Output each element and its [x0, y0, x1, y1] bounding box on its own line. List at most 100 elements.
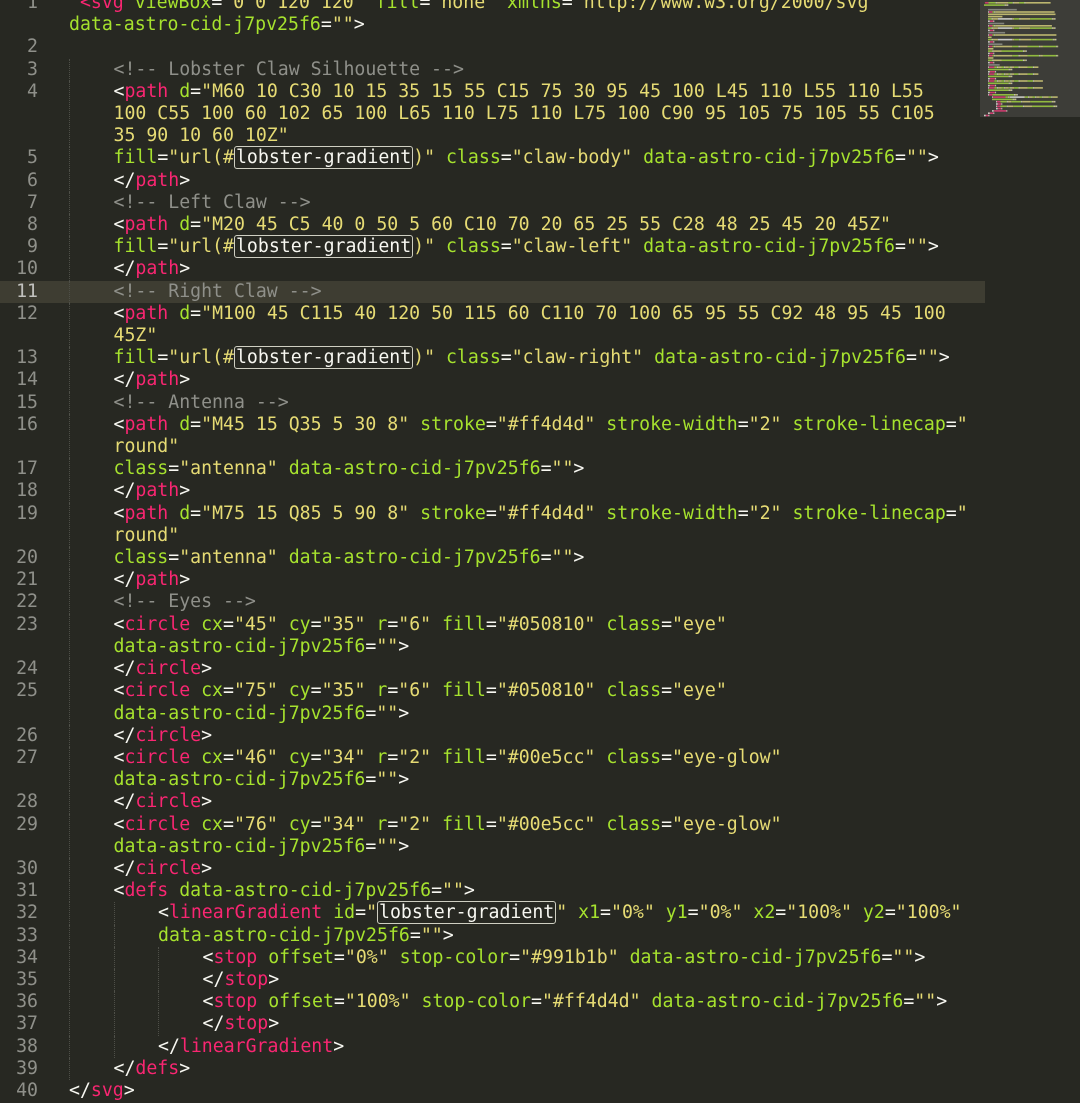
line-number[interactable]: 30 — [0, 858, 38, 880]
line-number[interactable]: 31 — [0, 880, 38, 902]
line-content[interactable]: <circle cx="75" cy="35" r="6" fill="#050… — [38, 680, 985, 725]
line-content[interactable]: class="antenna" data-astro-cid-j7pv25f6=… — [38, 547, 985, 570]
line-number[interactable]: 15 — [0, 392, 38, 414]
line-number[interactable]: 28 — [0, 791, 38, 813]
line-content[interactable] — [38, 36, 969, 58]
code-line[interactable]: 7 <!-- Left Claw --> — [0, 191, 985, 215]
line-number[interactable]: 33 — [0, 925, 38, 947]
line-content[interactable]: <stop offset="100%" stop-color="#ff4d4d"… — [38, 991, 985, 1014]
code-line[interactable]: 39 </defs> — [0, 1057, 985, 1080]
code-line[interactable]: 3 <!-- Lobster Claw Silhouette --> — [0, 58, 985, 81]
line-content[interactable]: <!-- Antenna --> — [38, 391, 985, 414]
code-line[interactable]: 1 <svg viewBox="0 0 120 120" fill="none"… — [0, 0, 985, 36]
code-line[interactable]: 8 <path d="M20 45 C5 40 0 50 5 60 C10 70 … — [0, 214, 985, 237]
line-content[interactable]: </stop> — [38, 1013, 985, 1036]
code-line[interactable]: 5 fill="url(# lobster-gradient)" class="cl… — [0, 146, 985, 170]
code-lines[interactable]: 1 <svg viewBox="0 0 120 120" fill="none"… — [0, 0, 985, 1102]
line-content[interactable]: data-astro-cid-j7pv25f6=""> — [38, 924, 985, 947]
line-content[interactable]: <circle cx="45" cy="35" r="6" fill="#050… — [38, 613, 985, 659]
line-content[interactable]: </path> — [38, 369, 985, 392]
code-line[interactable]: 28 </circle> — [0, 791, 985, 814]
line-number[interactable]: 25 — [0, 680, 38, 702]
line-content[interactable]: </linearGradient> — [38, 1035, 985, 1058]
code-line[interactable]: 37 </stop> — [0, 1013, 985, 1036]
line-number[interactable]: 11 — [0, 280, 38, 303]
code-line[interactable]: 35 </stop> — [0, 968, 985, 992]
code-line[interactable]: 27 <circle cx="46" cy="34" r="2" fill="#0… — [0, 746, 985, 792]
code-line[interactable]: 31 <defs data-astro-cid-j7pv25f6=""> — [0, 880, 985, 903]
line-content[interactable]: fill="url(# lobster-gradient)" class="cla… — [38, 346, 985, 370]
line-number[interactable]: 23 — [0, 614, 38, 636]
line-content[interactable]: <defs data-astro-cid-j7pv25f6=""> — [38, 880, 985, 903]
line-content[interactable]: class="antenna" data-astro-cid-j7pv25f6=… — [38, 458, 985, 481]
line-content[interactable]: </stop> — [38, 968, 985, 992]
line-content[interactable]: </svg> — [38, 1080, 969, 1102]
line-content[interactable]: <!-- Left Claw --> — [38, 191, 985, 215]
line-content[interactable]: </path> — [38, 258, 985, 281]
code-line[interactable]: 6 </path> — [0, 169, 985, 192]
line-number[interactable]: 2 — [0, 36, 38, 58]
line-content[interactable]: </circle> — [38, 658, 985, 681]
code-line[interactable]: 15 <!-- Antenna --> — [0, 391, 985, 414]
line-number[interactable]: 22 — [0, 591, 38, 613]
line-content[interactable]: <!-- Lobster Claw Silhouette --> — [38, 58, 985, 81]
line-content[interactable]: <svg viewBox="0 0 120 120" fill="none" x… — [38, 0, 969, 36]
code-line[interactable]: 9 fill="url(# lobster-gradient)" class="cl… — [0, 235, 985, 259]
line-content[interactable]: <path d="M60 10 C30 10 15 35 15 55 C15 7… — [38, 80, 985, 148]
code-line[interactable]: 22 <!-- Eyes --> — [0, 591, 985, 614]
line-number[interactable]: 39 — [0, 1058, 38, 1080]
code-line[interactable]: 14 </path> — [0, 369, 985, 392]
line-number[interactable]: 10 — [0, 258, 38, 280]
line-number[interactable]: 35 — [0, 969, 38, 991]
code-line[interactable]: 36 <stop offset="100%" stop-color="#ff4d4… — [0, 991, 985, 1014]
line-number[interactable]: 21 — [0, 569, 38, 591]
line-content[interactable]: <!-- Right Claw --> — [38, 280, 985, 303]
line-content[interactable]: <path d="M75 15 Q85 5 90 8" stroke="#ff4… — [38, 502, 985, 548]
line-content[interactable]: </circle> — [38, 791, 985, 814]
line-number[interactable]: 1 — [0, 0, 38, 14]
line-content[interactable]: </path> — [38, 480, 985, 503]
line-number[interactable]: 38 — [0, 1036, 38, 1058]
line-number[interactable]: 9 — [0, 236, 38, 258]
line-number[interactable]: 3 — [0, 59, 38, 81]
line-number[interactable]: 24 — [0, 658, 38, 680]
code-line[interactable]: 26 </circle> — [0, 724, 985, 747]
line-content[interactable]: </circle> — [38, 857, 985, 881]
line-content[interactable]: <circle cx="46" cy="34" r="2" fill="#00e… — [38, 746, 985, 792]
line-number[interactable]: 17 — [0, 458, 38, 480]
line-content[interactable]: <stop offset="0%" stop-color="#991b1b" d… — [38, 946, 985, 969]
line-number[interactable]: 26 — [0, 725, 38, 747]
code-line[interactable]: 19 <path d="M75 15 Q85 5 90 8" stroke="#f… — [0, 502, 985, 548]
line-content[interactable]: <path d="M20 45 C5 40 0 50 5 60 C10 70 2… — [38, 214, 985, 237]
code-line[interactable]: 10 </path> — [0, 258, 985, 281]
line-number[interactable]: 8 — [0, 214, 38, 236]
code-line[interactable]: 18 </path> — [0, 480, 985, 503]
line-number[interactable]: 40 — [0, 1080, 38, 1102]
line-content[interactable]: </path> — [38, 169, 985, 192]
code-line[interactable]: 30 </circle> — [0, 857, 985, 881]
line-number[interactable]: 20 — [0, 547, 38, 569]
line-number[interactable]: 7 — [0, 192, 38, 214]
line-content[interactable]: fill="url(# lobster-gradient)" class="cla… — [38, 235, 985, 259]
code-line[interactable]: 34 <stop offset="0%" stop-color="#991b1b"… — [0, 946, 985, 969]
line-number[interactable]: 18 — [0, 480, 38, 502]
line-number[interactable]: 6 — [0, 170, 38, 192]
code-line[interactable]: 29 <circle cx="76" cy="34" r="2" fill="#0… — [0, 813, 985, 858]
code-line[interactable]: 33 data-astro-cid-j7pv25f6=""> — [0, 924, 985, 947]
line-number[interactable]: 27 — [0, 747, 38, 769]
code-line[interactable]: 38 </linearGradient> — [0, 1035, 985, 1058]
code-line[interactable]: 23 <circle cx="45" cy="35" r="6" fill="#0… — [0, 613, 985, 659]
line-content[interactable]: <path d="M45 15 Q35 5 30 8" stroke="#ff4… — [38, 413, 985, 459]
line-content[interactable]: </circle> — [38, 724, 985, 747]
code-line[interactable]: 20 class="antenna" data-astro-cid-j7pv25f… — [0, 547, 985, 570]
code-line[interactable]: 2 — [0, 36, 985, 58]
code-line[interactable]: 13 fill="url(# lobster-gradient)" class="c… — [0, 346, 985, 370]
code-line[interactable]: 11 <!-- Right Claw --> — [0, 280, 985, 303]
line-number[interactable]: 29 — [0, 814, 38, 836]
line-content[interactable]: <linearGradient id=" lobster-gradient " x1… — [38, 901, 985, 925]
line-content[interactable]: fill="url(# lobster-gradient)" class="cla… — [38, 146, 985, 170]
code-line[interactable]: 40 </svg> — [0, 1080, 985, 1102]
line-number[interactable]: 16 — [0, 414, 38, 436]
code-line[interactable]: 32 <linearGradient id=" lobster-gradient " … — [0, 901, 985, 925]
line-number[interactable]: 12 — [0, 303, 38, 325]
